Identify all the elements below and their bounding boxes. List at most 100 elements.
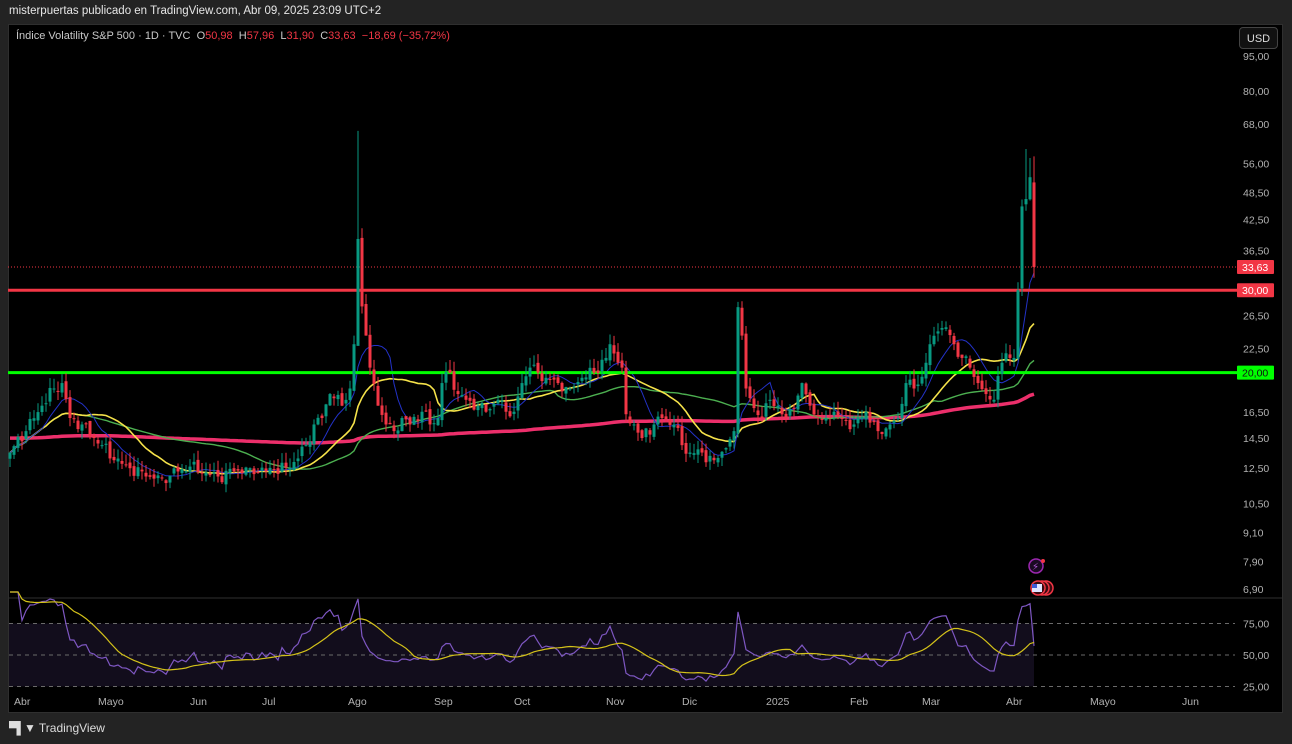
price-axis-tick: 36,50	[1243, 245, 1269, 257]
candle-body	[744, 333, 748, 389]
candle-body	[348, 388, 352, 400]
candle-body	[736, 307, 740, 434]
candle-body	[80, 424, 84, 431]
candle-body	[244, 467, 248, 475]
candle-body	[984, 388, 988, 395]
candle-body	[1020, 206, 1024, 289]
tradingview-logo-icon: ▀▌▼	[9, 721, 36, 735]
candle-body	[952, 335, 956, 345]
candle-body	[936, 331, 940, 334]
candle-body	[240, 469, 244, 474]
candle-body	[608, 344, 612, 361]
candle-body	[576, 381, 580, 385]
candle-body	[852, 424, 856, 427]
time-axis-tick: Mar	[922, 696, 941, 708]
time-axis-tick: Jun	[1182, 696, 1199, 708]
candle-body	[856, 417, 860, 424]
candle-body	[628, 416, 632, 424]
candle-body	[504, 402, 508, 412]
candle-body	[324, 404, 328, 417]
candle-body	[792, 407, 796, 409]
candle-body	[252, 468, 256, 475]
candle-body	[1004, 353, 1008, 362]
price-axis-tick: 12,50	[1243, 463, 1269, 475]
candle-body	[720, 451, 724, 458]
candle-body	[344, 399, 348, 404]
candle-body	[868, 411, 872, 423]
candle-body	[564, 387, 568, 394]
candle-body	[640, 430, 644, 439]
candle-body	[668, 420, 672, 425]
candle-body	[712, 457, 716, 461]
candle-body	[748, 386, 752, 399]
candle-body	[684, 442, 688, 454]
candle-body	[136, 467, 140, 477]
candle-body	[124, 464, 128, 466]
price-axis-tick: 48,50	[1243, 188, 1269, 200]
currency-button[interactable]: USD	[1239, 27, 1278, 49]
candle-body	[648, 430, 652, 435]
candle-body	[732, 431, 736, 441]
candle-body	[1024, 199, 1028, 205]
candle-body	[964, 356, 968, 359]
candle-body	[624, 367, 628, 415]
candle-body	[596, 370, 600, 374]
time-axis-tick: Nov	[606, 696, 625, 708]
candle-body	[24, 431, 28, 439]
candle-body	[328, 394, 332, 406]
price-axis-tick: 10,50	[1243, 499, 1269, 511]
candle-body	[276, 468, 280, 474]
candle-body	[52, 388, 56, 390]
change-value: −18,69 (−35,72%)	[361, 30, 450, 42]
candle-body	[780, 407, 784, 415]
candle-body	[796, 395, 800, 410]
candle-body	[676, 425, 680, 428]
candle-body	[1012, 357, 1016, 361]
candle-body	[528, 367, 532, 377]
candle-body	[184, 471, 188, 473]
candle-body	[468, 397, 472, 401]
candle-body	[132, 466, 136, 476]
candle-body	[404, 416, 408, 420]
candle-body	[172, 468, 176, 474]
price-axis-tick: 95,00	[1243, 51, 1269, 63]
candle-body	[104, 443, 108, 445]
price-axis-tick: 26,50	[1243, 310, 1269, 322]
candle-body	[216, 469, 220, 477]
candle-body	[416, 419, 420, 421]
candle-body	[540, 373, 544, 382]
candle-body	[492, 403, 496, 407]
candle-body	[760, 416, 764, 419]
candle-body	[436, 418, 440, 426]
candle-body	[516, 396, 520, 411]
candle-body	[232, 468, 236, 472]
candle-body	[180, 469, 184, 473]
notification-dot-icon	[1041, 559, 1045, 563]
time-axis-tick: Sep	[434, 696, 453, 708]
candle-body	[924, 362, 928, 379]
time-axis-tick: Feb	[850, 696, 868, 708]
price-axis-tick: 68,00	[1243, 119, 1269, 131]
candle-body	[476, 405, 480, 411]
us-flag-canton-icon	[1032, 584, 1037, 588]
candle-body	[860, 417, 864, 419]
time-axis-tick: 2025	[766, 696, 790, 708]
candle-body	[692, 453, 696, 455]
close-value: 33,63	[328, 30, 356, 42]
candle-body	[284, 462, 288, 468]
candle-body	[948, 329, 952, 336]
candle-body	[352, 344, 356, 391]
candle-body	[636, 423, 640, 433]
candle-body	[212, 472, 216, 474]
candle-body	[164, 480, 168, 484]
candle-body	[532, 364, 536, 366]
candle-body	[704, 450, 708, 463]
candle-body	[544, 377, 548, 384]
lightning-glyph-icon: ⚡	[1032, 562, 1039, 573]
candle-body	[556, 377, 560, 384]
candle-body	[916, 384, 920, 387]
candle-body	[584, 377, 588, 380]
candle-body	[472, 398, 476, 410]
chart-canvas[interactable]: 95,00 80,00 68,00 56,00 48,50 42,50 36,50 26,50…	[0, 0, 1292, 744]
level-20-label: 20,00	[1242, 368, 1268, 380]
